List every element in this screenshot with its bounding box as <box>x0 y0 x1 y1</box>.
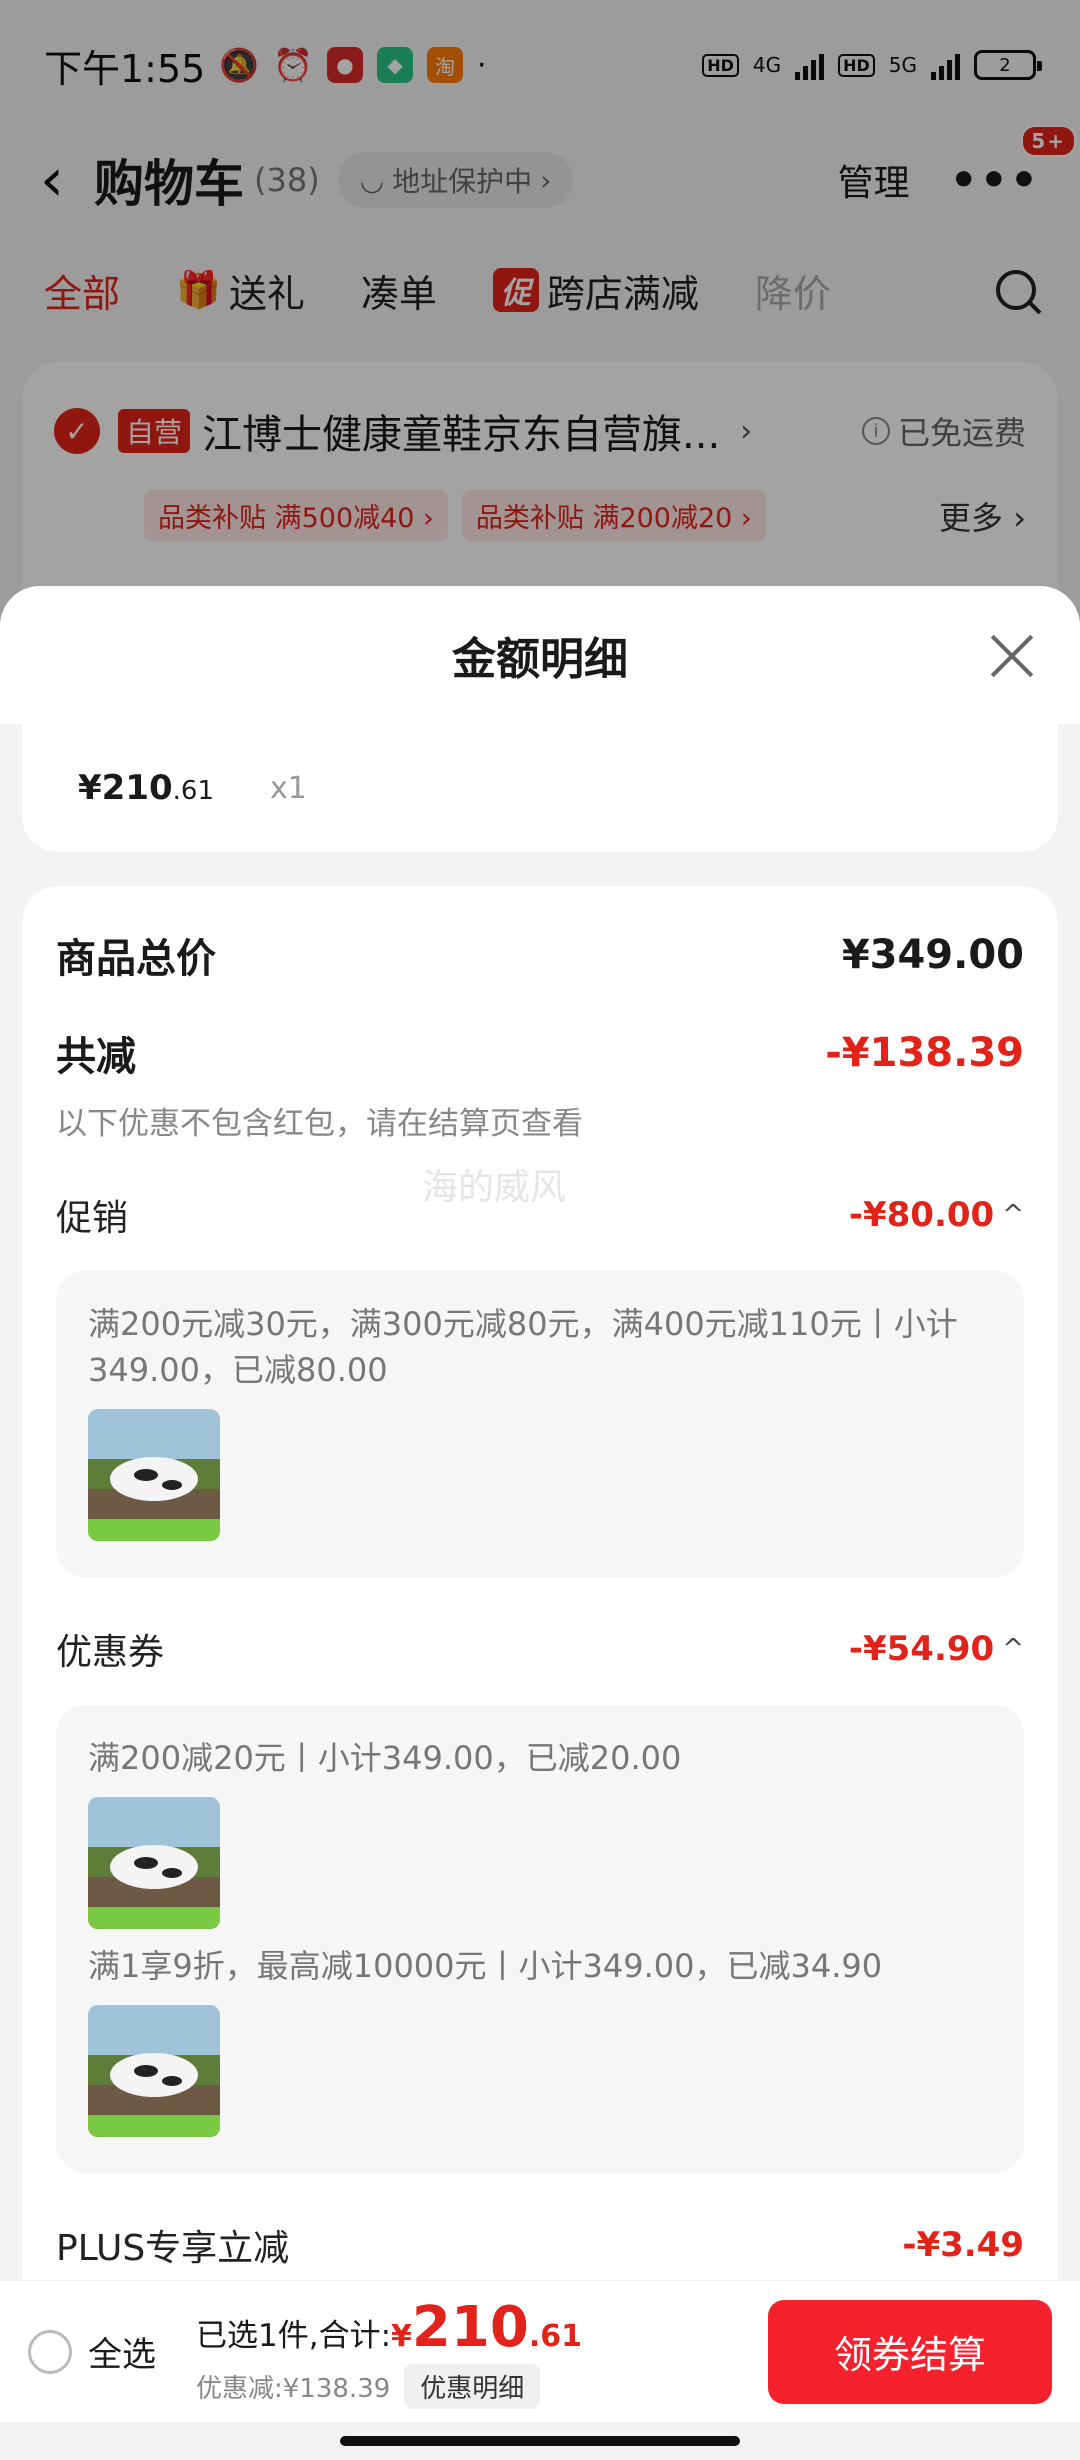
total-currency: ¥ <box>391 2318 412 2354</box>
sheet-title: 金额明细 <box>452 634 628 685</box>
total-amount: 210 <box>411 2294 529 2360</box>
chevron-up-icon: ^ <box>1002 1634 1024 1664</box>
total-row: 商品总价 ¥349.00 <box>56 926 1024 984</box>
item-price-card: ¥210.61 x1 <box>22 724 1058 852</box>
select-all-label[interactable]: 全选 <box>88 2327 156 2376</box>
discount-detail-button[interactable]: 优惠明细 <box>404 2363 541 2409</box>
item-quantity: x1 <box>270 770 307 806</box>
order-summary: 已选1件,合计: ¥ 210 .61 优惠减:¥138.39 优惠明细 <box>196 2295 582 2409</box>
item-price-cents: .61 <box>172 776 214 806</box>
coupon-value-wrap: -¥54.90 ^ <box>849 1629 1024 1669</box>
promo-value: -¥80.00 <box>848 1195 995 1235</box>
plus-label: PLUS专享立减 <box>56 2228 290 2269</box>
discount-label: 共减 <box>56 1034 136 1080</box>
sheet-header: 金额明细 <box>0 586 1080 724</box>
selected-text: 已选1件,合计: <box>196 2317 392 2354</box>
select-all-checkbox[interactable] <box>28 2329 72 2374</box>
plus-row: PLUS专享立减 -¥3.49 <box>56 2219 1024 2271</box>
chevron-up-icon: ^ <box>1002 1200 1024 1230</box>
total-label: 商品总价 <box>56 936 216 982</box>
product-thumbnail <box>88 1409 220 1541</box>
watermark: 海的威风 <box>422 1167 567 1208</box>
discount-summary: 优惠减:¥138.39 <box>196 2373 391 2404</box>
home-indicator[interactable] <box>340 2436 740 2446</box>
promo-rule-box: 满200元减30元，满300元减80元，满400元减110元丨小计349.00，… <box>56 1271 1024 1577</box>
amount-detail-card: 商品总价 ¥349.00 共减 -¥138.39 以下优惠不包含红包，请在结算页… <box>22 886 1058 2386</box>
shoe-image <box>88 1797 220 1929</box>
product-thumbnail <box>88 2005 220 2137</box>
amount-detail-sheet: 金额明细 ¥210.61 x1 商品总价 ¥349.00 共减 -¥138.39… <box>0 586 1080 2460</box>
discount-value: -¥138.39 <box>825 1030 1024 1076</box>
discount-row: 共减 -¥138.39 <box>56 1024 1024 1082</box>
close-icon[interactable] <box>988 632 1036 680</box>
promo-rule-text: 满200元减30元，满300元减80元，满400元减110元丨小计349.00，… <box>88 1305 958 1389</box>
plus-value: -¥3.49 <box>902 2225 1024 2265</box>
coupon-rule-1: 满200减20元丨小计349.00，已减20.00 <box>88 1739 682 1777</box>
checkout-button[interactable]: 领券结算 <box>768 2299 1052 2404</box>
product-thumbnail <box>88 1797 220 1929</box>
promo-label: 促销 <box>56 1198 129 1239</box>
item-price: ¥210.61 <box>78 768 214 808</box>
coupon-value: -¥54.90 <box>848 1629 995 1669</box>
total-value: ¥349.00 <box>841 932 1024 978</box>
promo-value-wrap: -¥80.00 ^ <box>849 1195 1024 1235</box>
shoe-image <box>88 1409 220 1541</box>
coupon-label: 优惠券 <box>56 1632 165 1673</box>
total-cents: .61 <box>528 2318 582 2354</box>
discount-note: 以下优惠不包含红包，请在结算页查看 <box>56 1106 583 1142</box>
coupon-rule-2: 满1享9折，最高减10000元丨小计349.00，已减34.90 <box>88 1947 883 1985</box>
shoe-image <box>88 2005 220 2137</box>
coupon-header[interactable]: 优惠券 -¥54.90 ^ <box>56 1623 1024 1675</box>
checkout-bar: 全选 已选1件,合计: ¥ 210 .61 优惠减:¥138.39 优惠明细 领… <box>0 2280 1080 2422</box>
coupon-rule-box: 满200减20元丨小计349.00，已减20.00 满1享9折，最高减10000… <box>56 1705 1024 2173</box>
item-price-main: ¥210 <box>78 768 173 808</box>
